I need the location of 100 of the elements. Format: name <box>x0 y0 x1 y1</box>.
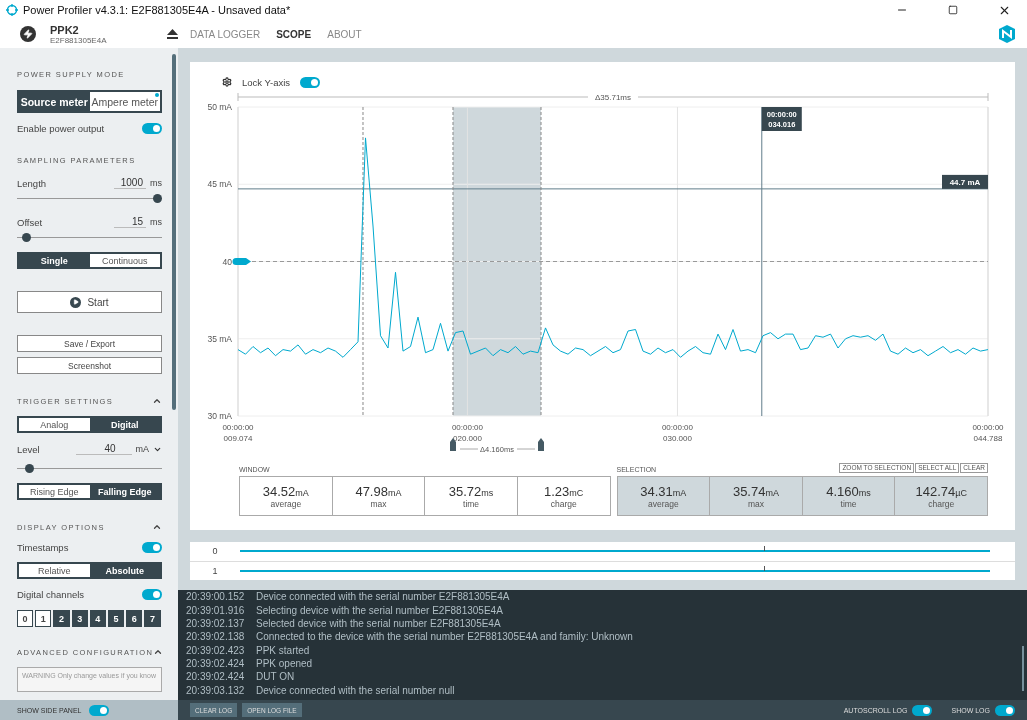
marker-label-background <box>942 174 988 189</box>
channel-button[interactable]: 2 <box>53 610 70 627</box>
marker-label: 44.7 mA <box>949 177 981 187</box>
log-message: Device connected with the serial number E2F881305E4A <box>256 591 510 603</box>
toggle-switch[interactable] <box>142 542 162 553</box>
option-label: Digital channels <box>17 589 85 600</box>
device-serial: E2F881305E4A <box>50 35 108 45</box>
stat-value: 34.52mA <box>262 483 309 499</box>
stat-value: 35.74mA <box>732 483 779 499</box>
stat-label: time <box>463 498 480 509</box>
x-axis-label: 009.074 <box>223 434 253 443</box>
segment-option[interactable]: Ampere meter <box>89 92 160 111</box>
slider-thumb[interactable] <box>22 233 32 242</box>
x-axis-label: 044.788 <box>973 434 1003 443</box>
cursor-label-background <box>761 107 802 131</box>
start-button[interactable]: Start <box>17 291 162 313</box>
y-axis-label: 45 mA <box>207 179 232 190</box>
option-label: Enable power output <box>17 123 105 134</box>
unit-label: ms <box>150 178 162 188</box>
unit-label: ms <box>150 217 162 227</box>
x-axis-time: 00:00:00 <box>451 423 483 432</box>
toggle-switch[interactable] <box>142 589 162 600</box>
stat-value: 1.23mC <box>544 483 584 499</box>
log-time: 20:39:02.424 <box>186 658 246 670</box>
log-time: 20:39:02.137 <box>186 617 246 629</box>
number-input[interactable]: 40 <box>75 443 132 455</box>
slider-thumb[interactable] <box>153 194 162 203</box>
field-label: Offset <box>17 216 43 228</box>
channel-button[interactable]: 5 <box>107 610 125 627</box>
stat-value: 47.98mA <box>355 483 402 499</box>
lightning-icon <box>20 26 36 42</box>
log-message: Selecting device with the serial number E2F881305E4A <box>256 604 503 616</box>
field-label: Level <box>17 443 40 455</box>
field-label: Length <box>17 177 47 189</box>
nav-tab[interactable]: SCOPE <box>268 28 320 40</box>
option-label: Timestamps <box>17 542 69 553</box>
channel-button[interactable]: 4 <box>89 610 106 627</box>
stat-label: average <box>647 498 679 509</box>
log-time: 20:39:03.132 <box>186 684 246 696</box>
app-icon <box>6 4 18 16</box>
stat-label: charge <box>550 498 577 509</box>
toggle-switch[interactable] <box>995 704 1015 716</box>
x-axis-time: 00:00:00 <box>222 423 254 432</box>
toggle-switch[interactable] <box>912 704 933 716</box>
toggle-switch[interactable] <box>89 704 110 716</box>
log-message: DUT ON <box>256 671 295 683</box>
channel-label: 1 <box>211 565 219 576</box>
y-axis-label: 40 <box>222 256 232 267</box>
segment-option[interactable]: Analog <box>19 418 90 431</box>
channel-label: 0 <box>211 546 219 557</box>
number-input[interactable]: 1000 <box>114 177 146 189</box>
slider-thumb[interactable] <box>25 464 35 473</box>
stat-value: 142.74µC <box>915 483 967 499</box>
nav-tab[interactable]: ABOUT <box>319 28 370 40</box>
x-axis-time: 00:00:00 <box>661 423 693 432</box>
segment-option[interactable]: Relative <box>19 564 90 577</box>
selection-handle-icon[interactable] <box>538 438 544 451</box>
action-button[interactable]: Save / Export <box>17 335 162 352</box>
channel-button[interactable]: 1 <box>35 610 52 627</box>
segment-option[interactable]: Rising Edge <box>19 485 90 498</box>
toggle-switch[interactable] <box>300 76 321 88</box>
channel-button[interactable]: 3 <box>71 610 88 627</box>
log-message: Selected device with the serial number E2F881305E4A <box>256 617 501 629</box>
y-axis-label: 30 mA <box>207 411 232 421</box>
stat-value: 35.72ms <box>448 483 494 499</box>
log-message: PPK opened <box>256 658 313 670</box>
chevron-up-icon[interactable] <box>152 396 162 406</box>
channel-button[interactable]: 6 <box>126 610 143 627</box>
eject-icon[interactable] <box>167 29 178 39</box>
channel-button[interactable]: 0 <box>17 610 34 627</box>
log-message: Device connected with the serial number null <box>256 684 455 696</box>
trigger-handle-icon[interactable] <box>232 258 251 265</box>
log-time: 20:39:02.424 <box>186 671 246 683</box>
x-axis-label: 030.000 <box>663 434 692 443</box>
lock-y-axis-label: Lock Y-axis <box>242 76 291 88</box>
channel-button[interactable]: 7 <box>144 610 161 627</box>
stat-label: time <box>840 498 857 509</box>
scrollbar-thumb[interactable] <box>172 54 176 410</box>
chevron-up-icon[interactable] <box>152 522 162 532</box>
stat-label: max <box>370 498 387 509</box>
log-message: PPK started <box>256 644 310 656</box>
settings-icon[interactable] <box>222 77 232 87</box>
delta-label: Δ35.71ms <box>595 93 631 102</box>
action-button[interactable]: Screenshot <box>17 357 162 374</box>
stat-value: 4.160ms <box>826 483 871 499</box>
y-axis-label: 50 mA <box>207 102 232 112</box>
segment-option[interactable]: Continuous <box>89 254 160 267</box>
toggle-switch[interactable] <box>142 123 162 134</box>
x-axis-time: 00:00:00 <box>972 423 1004 432</box>
maximize-icon <box>948 5 958 15</box>
nav-tab[interactable]: DATA LOGGER <box>182 28 269 40</box>
window-title: Power Profiler v4.3.1: E2F881305E4A - Unsaved data* <box>23 4 292 16</box>
logo-icon <box>997 25 1017 43</box>
log-message: Connected to the device with the serial number E2F881305E4A and family: Unknown <box>256 631 633 643</box>
number-input[interactable]: 15 <box>114 216 146 228</box>
play-icon <box>70 296 82 308</box>
stat-label: average <box>270 498 302 509</box>
scrollbar-thumb[interactable] <box>1022 646 1024 691</box>
chevron-up-icon[interactable] <box>153 647 164 657</box>
stat-label: charge <box>928 498 955 509</box>
